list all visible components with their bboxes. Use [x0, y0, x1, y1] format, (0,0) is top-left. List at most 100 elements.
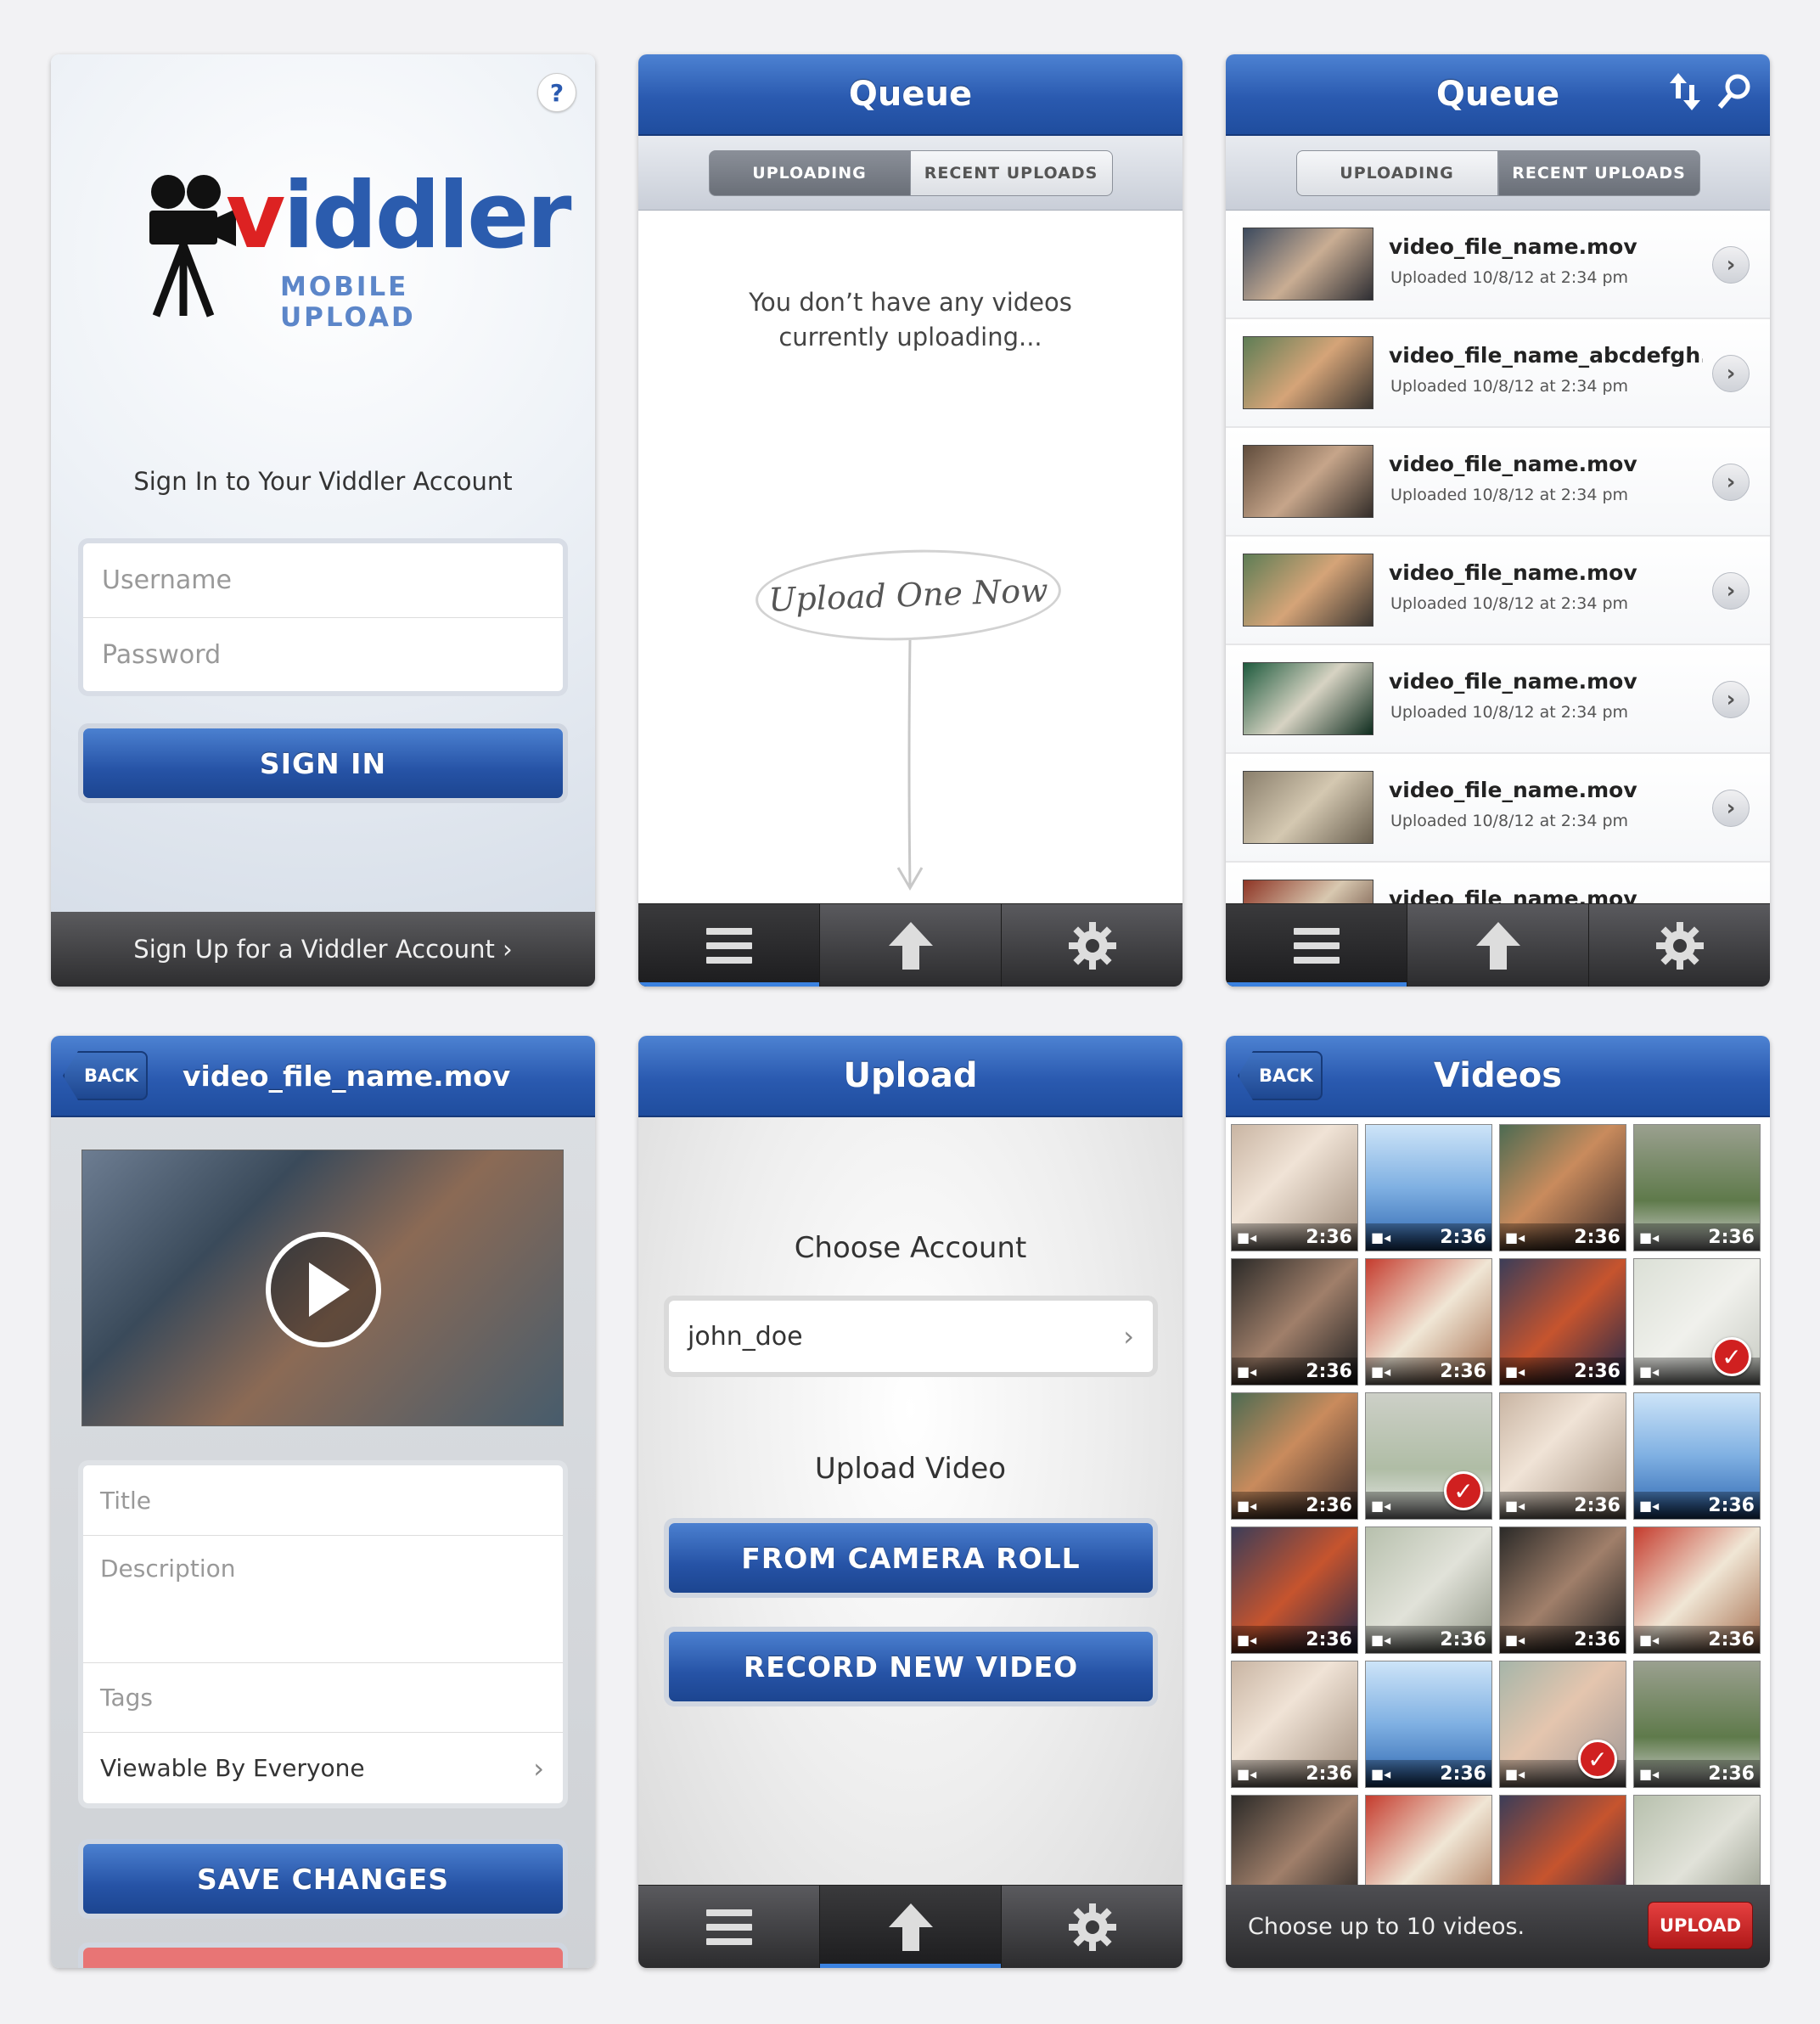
video-camera-icon: ■◂	[1237, 1228, 1257, 1245]
delete-button-frame	[78, 1942, 568, 1968]
video-cell[interactable]: ■◂ 2:36	[1231, 1661, 1358, 1788]
tab-uploading[interactable]: UPLOADING	[1295, 149, 1498, 196]
video-cell[interactable]: ■◂ 2:36	[1231, 1124, 1358, 1251]
video-duration: 2:36	[1574, 1226, 1621, 1248]
video-cell[interactable]: ■◂ 2:36	[1365, 1661, 1492, 1788]
empty-message-line2: currently uploading...	[778, 323, 1042, 351]
tab-recent-uploads[interactable]: RECENT UPLOADS	[1497, 149, 1700, 196]
video-camera-icon: ■◂	[1237, 1363, 1257, 1380]
sort-arrows-icon[interactable]	[1668, 73, 1702, 110]
chevron-right-icon[interactable]: ›	[1712, 355, 1750, 392]
video-duration: 2:36	[1708, 1494, 1755, 1516]
video-cell[interactable]: ■◂ 2:36	[1499, 1392, 1626, 1520]
list-item[interactable]: video_file_name.mov Uploaded 10/8/12 at …	[1226, 645, 1770, 754]
chevron-right-icon: ›	[533, 1751, 544, 1785]
choose-account-heading: Choose Account	[794, 1231, 1027, 1265]
upload-arrow-icon	[888, 1903, 933, 1951]
upload-arrow-icon	[888, 921, 933, 970]
tab-queue[interactable]	[638, 1886, 820, 1968]
back-button[interactable]: BACK	[1238, 1051, 1323, 1100]
chevron-right-icon[interactable]: ›	[1712, 572, 1750, 610]
search-icon[interactable]	[1717, 73, 1751, 110]
help-button[interactable]: ?	[537, 73, 576, 112]
delete-button[interactable]	[83, 1948, 563, 1968]
video-cell[interactable]: ■◂ 2:36	[1231, 1258, 1358, 1386]
video-cell-selected[interactable]: ■◂ ✓	[1499, 1661, 1626, 1788]
chevron-right-icon: ›	[1123, 1320, 1134, 1352]
chevron-right-icon[interactable]: ›	[1712, 464, 1750, 501]
upload-background	[638, 1036, 1182, 1968]
list-item[interactable]: video_file_name.mov Uploaded 10/8/12 at …	[1226, 428, 1770, 537]
page-title: Upload	[843, 1056, 978, 1095]
video-cell[interactable]: ■◂ 2:36	[1365, 1526, 1492, 1654]
upload-button[interactable]: UPLOAD	[1648, 1902, 1753, 1949]
tab-settings[interactable]	[1002, 904, 1182, 987]
signup-link[interactable]: Sign Up for a Viddler Account ›	[51, 912, 595, 987]
save-changes-button[interactable]: SAVE CHANGES	[83, 1844, 563, 1914]
tab-upload[interactable]	[820, 904, 1002, 987]
tab-upload[interactable]	[1407, 904, 1589, 987]
list-item[interactable]: video_file_name.mov Uploaded 10/8/12 at …	[1226, 537, 1770, 645]
video-duration: 2:36	[1574, 1494, 1621, 1516]
video-cell[interactable]: ■◂ 2:36	[1633, 1526, 1761, 1654]
title-input[interactable]: Title	[83, 1465, 563, 1535]
video-duration: 2:36	[1708, 1763, 1755, 1785]
description-input[interactable]: Description	[83, 1535, 563, 1662]
chevron-right-icon[interactable]: ›	[1712, 681, 1750, 718]
tags-input[interactable]: Tags	[83, 1662, 563, 1732]
privacy-selector[interactable]: Viewable By Everyone ›	[83, 1732, 563, 1803]
record-new-video-button[interactable]: RECORD NEW VIDEO	[669, 1632, 1153, 1701]
videos-screen: BACK Videos ■◂ 2:36 ■◂ 2:36 ■◂ 2:36 ■◂ 2:36 …	[1226, 1036, 1770, 1968]
tab-queue[interactable]	[1226, 904, 1407, 987]
chevron-right-icon[interactable]: ›	[1712, 246, 1750, 284]
video-cell[interactable]: ■◂ 2:36	[1365, 1124, 1492, 1251]
back-button[interactable]: BACK	[63, 1051, 148, 1100]
play-icon[interactable]	[266, 1232, 381, 1347]
video-cell[interactable]: ■◂ 2:36	[1365, 1258, 1492, 1386]
video-cell[interactable]: ■◂ 2:36	[1231, 1526, 1358, 1654]
tab-bar	[638, 903, 1182, 987]
list-item[interactable]: video_file_name.mov Uploaded 10/8/12 at …	[1226, 754, 1770, 863]
account-name: john_doe	[688, 1321, 803, 1352]
video-thumbnail	[1243, 554, 1373, 627]
video-thumbnail	[1243, 336, 1373, 409]
video-cell-selected[interactable]: ■◂ ✓	[1633, 1258, 1761, 1386]
video-cell[interactable]: ■◂ 2:36	[1499, 1258, 1626, 1386]
credentials-group: Username Password	[78, 538, 568, 696]
signin-button[interactable]: SIGN IN	[83, 728, 563, 798]
from-camera-roll-button[interactable]: FROM CAMERA ROLL	[669, 1523, 1153, 1593]
list-item[interactable]: video_file_name.mov Uploaded 10/8/12 at …	[1226, 211, 1770, 319]
upload-one-now-callout[interactable]: Upload One Now	[754, 544, 1063, 646]
video-thumbnail	[1243, 662, 1373, 735]
upload-screen: Upload Choose Account john_doe › Upload …	[638, 1036, 1182, 1968]
tab-queue[interactable]	[638, 904, 820, 987]
tab-recent-uploads[interactable]: RECENT UPLOADS	[910, 149, 1113, 196]
password-input[interactable]: Password	[83, 617, 563, 691]
video-camera-icon: ■◂	[1505, 1765, 1525, 1782]
video-name: video_file_name.mov	[1389, 886, 1637, 903]
video-cell[interactable]: ■◂ 2:36	[1633, 1124, 1761, 1251]
video-cell[interactable]: ■◂ 2:36	[1499, 1526, 1626, 1654]
video-cell[interactable]: ■◂ 2:36	[1633, 1392, 1761, 1520]
tab-uploading[interactable]: UPLOADING	[708, 149, 911, 196]
video-preview[interactable]	[81, 1150, 564, 1426]
account-selector[interactable]: john_doe ›	[664, 1296, 1158, 1377]
video-cell-selected[interactable]: ■◂ ✓	[1365, 1392, 1492, 1520]
navbar: BACK video_file_name.mov	[51, 1036, 595, 1117]
list-item[interactable]: video_file_name.mov	[1226, 863, 1770, 903]
tab-settings[interactable]	[1589, 904, 1770, 987]
video-name: video_file_name_abcdefgh...	[1389, 343, 1703, 368]
username-input[interactable]: Username	[83, 543, 563, 617]
video-cell[interactable]: ■◂ 2:36	[1499, 1124, 1626, 1251]
signin-heading: Sign In to Your Viddler Account	[133, 467, 513, 496]
tab-settings[interactable]	[1002, 1886, 1182, 1968]
video-camera-icon: ■◂	[1371, 1631, 1391, 1648]
video-camera-icon: ■◂	[1505, 1631, 1525, 1648]
tab-upload[interactable]	[820, 1886, 1002, 1968]
list-item[interactable]: video_file_name_abcdefgh... Uploaded 10/…	[1226, 319, 1770, 428]
navbar: BACK Videos	[1226, 1036, 1770, 1117]
chevron-right-icon[interactable]: ›	[1712, 790, 1750, 827]
video-cell[interactable]: ■◂ 2:36	[1231, 1392, 1358, 1520]
upload-date: Uploaded 10/8/12 at 2:34 pm	[1390, 812, 1629, 830]
video-cell[interactable]: ■◂ 2:36	[1633, 1661, 1761, 1788]
